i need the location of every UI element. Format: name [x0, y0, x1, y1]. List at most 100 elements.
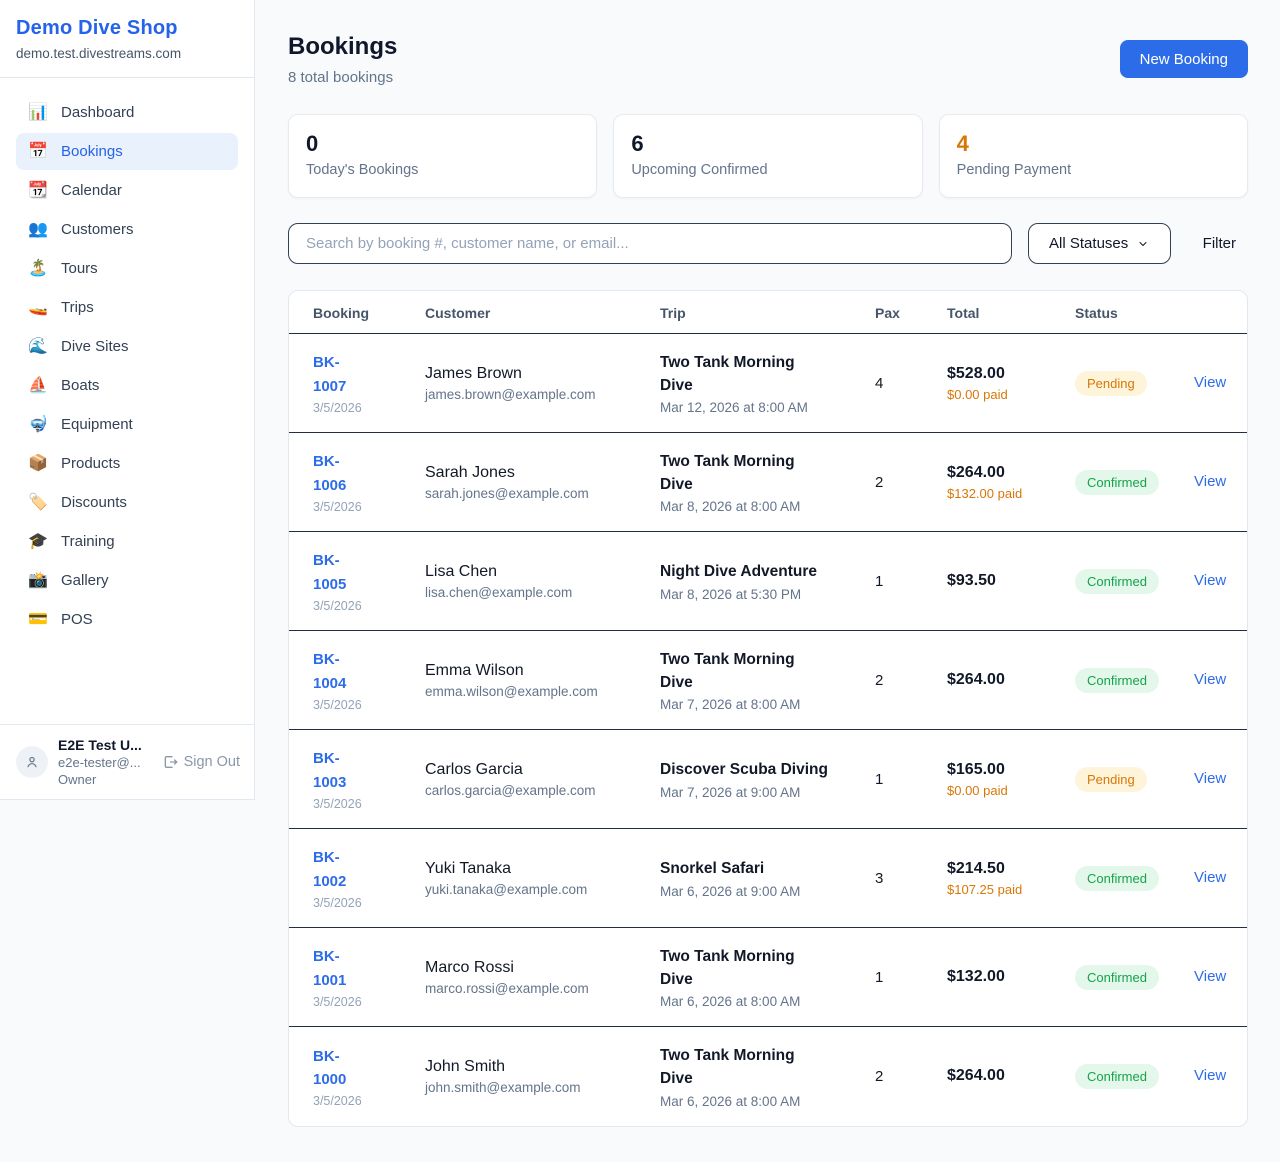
booking-id-link[interactable]: BK-1002 — [313, 849, 346, 889]
view-booking-link[interactable]: View — [1194, 671, 1226, 688]
view-booking-link[interactable]: View — [1194, 374, 1226, 391]
sidebar: Demo Dive Shop demo.test.divestreams.com… — [0, 0, 255, 800]
avatar — [16, 746, 48, 778]
sidebar-item-products[interactable]: 📦 Products — [16, 445, 238, 482]
pax-count: 3 — [875, 829, 947, 928]
view-booking-link[interactable]: View — [1194, 968, 1226, 985]
table-row-bk-1007: BK-1007 3/5/2026 James Brown james.brown… — [289, 334, 1248, 433]
table-row-bk-1004: BK-1004 3/5/2026 Emma Wilson emma.wilson… — [289, 631, 1248, 730]
total-amount: $214.50 — [947, 860, 1075, 878]
pax-count: 2 — [875, 1027, 947, 1126]
sidebar-nav: 📊 Dashboard 📅 Bookings 📆 Calendar 👥 Cust… — [0, 78, 254, 648]
table-row-bk-1006: BK-1006 3/5/2026 Sarah Jones sarah.jones… — [289, 433, 1248, 532]
sidebar-item-boats[interactable]: ⛵ Boats — [16, 367, 238, 404]
booking-created-date: 3/5/2026 — [313, 698, 369, 712]
sidebar-item-dashboard[interactable]: 📊 Dashboard — [16, 94, 238, 131]
view-booking-link[interactable]: View — [1194, 770, 1226, 787]
sign-out-label: Sign Out — [184, 754, 240, 770]
sidebar-item-bookings[interactable]: 📅 Bookings — [16, 133, 238, 170]
stat-label: Upcoming Confirmed — [631, 162, 904, 178]
sidebar-item-training[interactable]: 🎓 Training — [16, 523, 238, 560]
booking-id-link[interactable]: BK-1006 — [313, 453, 346, 493]
user-name: E2E Test U... — [58, 737, 152, 753]
customer-email: marco.rossi@example.com — [425, 981, 646, 996]
island-icon: 🏝️ — [28, 261, 48, 277]
booking-created-date: 3/5/2026 — [313, 599, 369, 613]
filter-row: All Statuses Filter — [288, 223, 1248, 264]
stat-card-pending-payment: 4 Pending Payment — [939, 114, 1248, 198]
customer-name: Carlos Garcia — [425, 761, 646, 779]
sidebar-item-label: POS — [61, 611, 93, 628]
sign-out-button[interactable]: Sign Out — [162, 754, 240, 770]
view-booking-link[interactable]: View — [1194, 473, 1226, 490]
sidebar-item-pos[interactable]: 💳 POS — [16, 601, 238, 638]
table-row-bk-1002: BK-1002 3/5/2026 Yuki Tanaka yuki.tanaka… — [289, 829, 1248, 928]
table-row-bk-1000: BK-1000 3/5/2026 John Smith john.smith@e… — [289, 1027, 1248, 1126]
trip-datetime: Mar 8, 2026 at 5:30 PM — [660, 587, 830, 602]
sidebar-item-dive-sites[interactable]: 🌊 Dive Sites — [16, 328, 238, 365]
sidebar-item-customers[interactable]: 👥 Customers — [16, 211, 238, 248]
sidebar-item-discounts[interactable]: 🏷️ Discounts — [16, 484, 238, 521]
booking-id-link[interactable]: BK-1007 — [313, 354, 346, 394]
view-booking-link[interactable]: View — [1194, 869, 1226, 886]
booking-id-link[interactable]: BK-1000 — [313, 1048, 346, 1088]
column-header-trip: Trip — [660, 291, 875, 334]
booking-id-link[interactable]: BK-1004 — [313, 651, 346, 691]
view-booking-link[interactable]: View — [1194, 572, 1226, 589]
booking-id-link[interactable]: BK-1001 — [313, 948, 346, 988]
diving-mask-icon: 🤿 — [28, 417, 48, 433]
calendar-icon: 📆 — [28, 183, 48, 199]
total-amount: $93.50 — [947, 572, 1075, 590]
sidebar-item-calendar[interactable]: 📆 Calendar — [16, 172, 238, 209]
people-icon: 👥 — [28, 222, 48, 238]
stat-label: Today's Bookings — [306, 162, 579, 178]
customer-name: Yuki Tanaka — [425, 860, 646, 878]
sidebar-item-trips[interactable]: 🚤 Trips — [16, 289, 238, 326]
column-header-booking: Booking — [289, 291, 425, 334]
total-amount: $264.00 — [947, 1067, 1075, 1085]
trip-name: Two Tank Morning Dive — [660, 450, 830, 497]
speedboat-icon: 🚤 — [28, 300, 48, 316]
sidebar-item-gallery[interactable]: 📸 Gallery — [16, 562, 238, 599]
trip-datetime: Mar 6, 2026 at 9:00 AM — [660, 884, 830, 899]
customer-name: Lisa Chen — [425, 563, 646, 581]
view-booking-link[interactable]: View — [1194, 1067, 1226, 1084]
page-title-block: Bookings 8 total bookings — [288, 33, 397, 86]
page-title: Bookings — [288, 33, 397, 61]
stat-card-upcoming-confirmed: 6 Upcoming Confirmed — [613, 114, 922, 198]
sidebar-item-label: Gallery — [61, 572, 109, 589]
booking-created-date: 3/5/2026 — [313, 401, 369, 415]
user-panel: E2E Test U... e2e-tester@... Owner Sign … — [0, 724, 254, 799]
column-header-view — [1194, 291, 1248, 334]
search-input[interactable] — [288, 223, 1012, 264]
filter-button[interactable]: Filter — [1187, 235, 1248, 252]
booking-id-link[interactable]: BK-1005 — [313, 552, 346, 592]
sidebar-item-label: Equipment — [61, 416, 133, 433]
total-amount: $264.00 — [947, 671, 1075, 689]
shop-name: Demo Dive Shop — [16, 17, 238, 40]
table-row-bk-1003: BK-1003 3/5/2026 Carlos Garcia carlos.ga… — [289, 730, 1248, 829]
sidebar-item-equipment[interactable]: 🤿 Equipment — [16, 406, 238, 443]
user-role: Owner — [58, 772, 152, 787]
booking-created-date: 3/5/2026 — [313, 797, 369, 811]
sidebar-item-label: Trips — [61, 299, 94, 316]
table-row-bk-1001: BK-1001 3/5/2026 Marco Rossi marco.rossi… — [289, 928, 1248, 1027]
sidebar-item-tours[interactable]: 🏝️ Tours — [16, 250, 238, 287]
sailboat-icon: ⛵ — [28, 378, 48, 394]
sidebar-item-label: Customers — [61, 221, 134, 238]
status-badge: Confirmed — [1075, 668, 1159, 693]
customer-email: yuki.tanaka@example.com — [425, 882, 646, 897]
paid-amount: $0.00 paid — [947, 783, 1075, 798]
paid-amount: $132.00 paid — [947, 486, 1075, 501]
total-amount: $132.00 — [947, 968, 1075, 986]
camera-icon: 📸 — [28, 573, 48, 589]
status-badge: Pending — [1075, 371, 1147, 396]
trip-name: Two Tank Morning Dive — [660, 945, 830, 992]
new-booking-button[interactable]: New Booking — [1120, 40, 1248, 78]
trip-datetime: Mar 12, 2026 at 8:00 AM — [660, 400, 830, 415]
package-icon: 📦 — [28, 456, 48, 472]
total-amount: $528.00 — [947, 365, 1075, 383]
booking-id-link[interactable]: BK-1003 — [313, 750, 346, 790]
graduation-cap-icon: 🎓 — [28, 534, 48, 550]
status-filter-select[interactable]: All Statuses — [1028, 223, 1171, 264]
